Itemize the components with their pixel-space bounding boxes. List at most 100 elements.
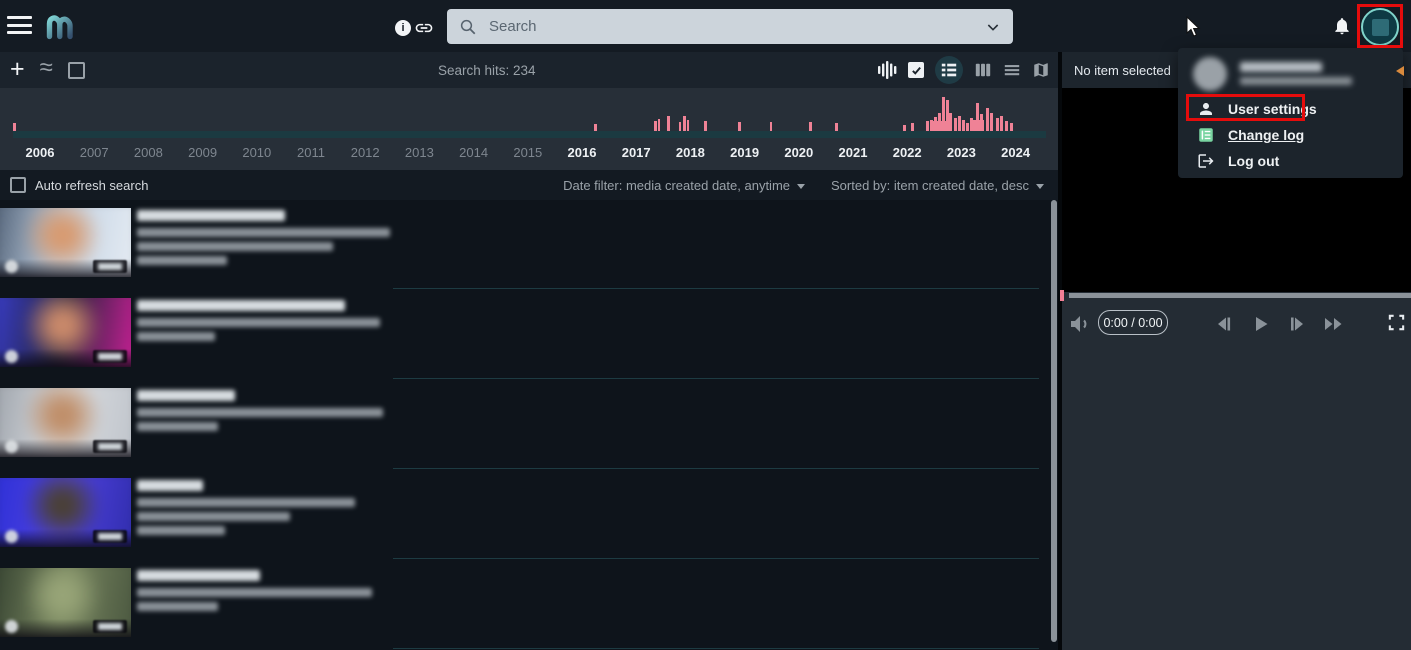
seek-bar[interactable] (1069, 293, 1411, 298)
thumbnail[interactable] (0, 208, 131, 277)
result-row[interactable] (0, 290, 1052, 380)
timeline-year-2023[interactable]: 2023 (947, 145, 976, 160)
player-controls: 0:00 / 0:00 (1058, 305, 1411, 345)
result-row[interactable] (0, 380, 1052, 470)
timeline-year-2020[interactable]: 2020 (784, 145, 813, 160)
menu-avatar (1193, 57, 1227, 91)
fullscreen-icon[interactable] (1387, 313, 1406, 332)
search-input[interactable] (487, 17, 975, 36)
timeline-year-2010[interactable]: 2010 (242, 145, 271, 160)
logout-icon (1197, 152, 1215, 170)
histogram-bar (926, 121, 929, 131)
item-title-redacted (137, 570, 260, 581)
item-meta-redacted (137, 408, 383, 417)
timeline-year-2009[interactable]: 2009 (188, 145, 217, 160)
view-columns-icon[interactable] (974, 61, 992, 79)
histogram-bar (986, 108, 989, 131)
histogram-bar (1000, 116, 1003, 131)
timeline-year-2015[interactable]: 2015 (513, 145, 542, 160)
thumbnail[interactable] (0, 478, 131, 547)
item-meta-redacted (137, 588, 372, 597)
item-title-redacted (137, 210, 285, 221)
user-menu-header (1178, 48, 1403, 96)
search-hits-count: Search hits: 234 (438, 52, 536, 88)
results-scrollbar[interactable] (1051, 200, 1057, 642)
timeline-histogram[interactable] (0, 88, 1058, 131)
step-back-icon[interactable] (1214, 314, 1234, 334)
timeline-year-2017[interactable]: 2017 (622, 145, 651, 160)
thumbnail[interactable] (0, 298, 131, 367)
timeline-year-2007[interactable]: 2007 (80, 145, 109, 160)
duration-badge (93, 260, 127, 273)
timeline-year-2022[interactable]: 2022 (893, 145, 922, 160)
result-row[interactable] (0, 560, 1052, 650)
histogram-bar (980, 114, 983, 131)
timeline-year-2016[interactable]: 2016 (568, 145, 597, 160)
histogram-bar (770, 122, 772, 131)
histogram-bar (654, 121, 657, 131)
view-list-icon[interactable] (935, 56, 963, 84)
notifications-bell-icon[interactable] (1332, 15, 1352, 42)
histogram-bar (934, 117, 937, 131)
item-meta-redacted (137, 242, 333, 251)
map-view-icon[interactable] (1032, 61, 1050, 79)
volume-icon[interactable] (1068, 312, 1092, 336)
timeline-year-2019[interactable]: 2019 (730, 145, 759, 160)
histogram-bar (809, 122, 812, 131)
result-row[interactable] (0, 470, 1052, 560)
timeline-year-2011[interactable]: 2011 (297, 145, 325, 160)
media-type-icon (5, 440, 18, 453)
timeline-year-2013[interactable]: 2013 (405, 145, 434, 160)
annotation-avatar-highlight (1357, 4, 1403, 48)
timeline-year-2024[interactable]: 2024 (1001, 145, 1030, 160)
histogram-bar (949, 113, 952, 131)
histogram-bar (938, 113, 941, 131)
chevron-down-icon[interactable] (985, 19, 1001, 35)
fuzzy-search-icon[interactable]: ≈ (40, 54, 53, 82)
checked-checkbox-icon[interactable] (908, 62, 924, 78)
item-title-redacted (137, 480, 203, 491)
search-icon (459, 18, 477, 36)
timeline-year-2012[interactable]: 2012 (351, 145, 380, 160)
auto-refresh-checkbox[interactable] (10, 177, 26, 193)
timeline-year-2014[interactable]: 2014 (459, 145, 488, 160)
thumbnail[interactable] (0, 388, 131, 457)
link-icon[interactable] (414, 18, 434, 43)
duration-badge (93, 620, 127, 633)
duration-badge (93, 440, 127, 453)
item-metadata (137, 390, 383, 436)
duration-badge (93, 350, 127, 363)
info-icon[interactable]: i (395, 20, 411, 36)
mouse-cursor (1186, 16, 1202, 43)
app-logo[interactable] (44, 12, 76, 45)
date-filter-dropdown[interactable]: Date filter: media created date, anytime (563, 178, 805, 193)
step-forward-icon[interactable] (1287, 314, 1307, 334)
item-meta-redacted (137, 422, 218, 431)
histogram-bar (658, 119, 660, 131)
media-type-icon (5, 530, 18, 543)
timeline-years: 2006 2007 2008 2009 2010 2011 2012 2013 2014 2015… (0, 140, 1058, 168)
sort-dropdown[interactable]: Sorted by: item created date, desc (831, 178, 1044, 193)
result-row[interactable] (0, 200, 1052, 290)
view-rows-icon[interactable] (1003, 61, 1021, 79)
menu-item-log-out[interactable]: Log out (1178, 148, 1403, 174)
play-icon[interactable] (1251, 314, 1271, 334)
timeline-year-2006[interactable]: 2006 (26, 145, 55, 160)
timeline-year-2008[interactable]: 2008 (134, 145, 163, 160)
playhead-marker[interactable] (1060, 290, 1064, 301)
select-all-icon[interactable] (68, 62, 85, 79)
fast-forward-icon[interactable] (1323, 314, 1345, 334)
caret-down-icon (797, 184, 805, 189)
timeline-year-2021[interactable]: 2021 (839, 145, 868, 160)
timeline-year-2018[interactable]: 2018 (676, 145, 705, 160)
add-item-icon[interactable]: + (10, 51, 25, 87)
media-type-icon (5, 260, 18, 273)
menu-item-change-log[interactable]: Change log (1178, 122, 1403, 148)
item-meta-redacted (137, 498, 355, 507)
thumbnail[interactable] (0, 568, 131, 637)
histogram-bar (683, 116, 686, 131)
waveform-icon[interactable] (877, 60, 897, 80)
duration-badge (93, 530, 127, 543)
hamburger-menu-icon[interactable] (7, 16, 32, 35)
search-bar[interactable] (447, 9, 1013, 44)
